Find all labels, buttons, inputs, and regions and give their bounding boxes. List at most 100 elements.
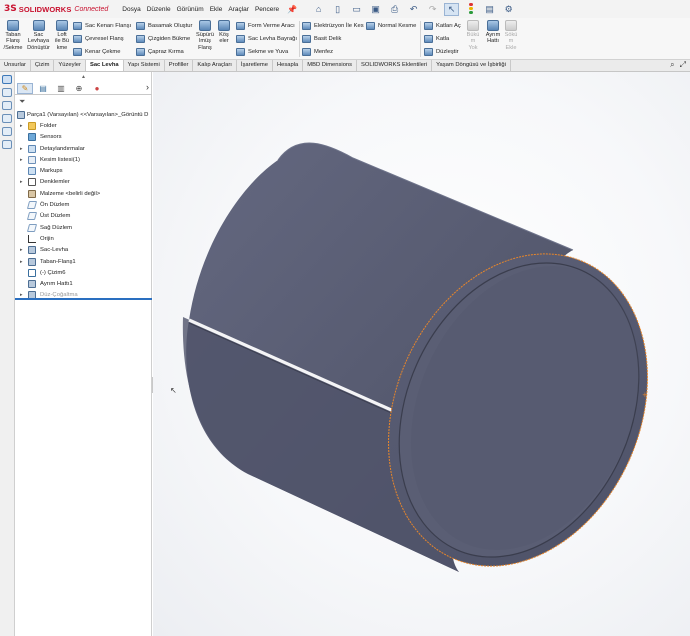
- tree-item-sa-d-zlem[interactable]: Sağ Düzlem: [15, 222, 152, 233]
- tree-item-markups[interactable]: Markups: [15, 165, 152, 176]
- tree-item-malzeme-belirli-de-il[interactable]: Malzeme <belirli değil>: [15, 188, 152, 199]
- home-icon[interactable]: ⌂: [311, 3, 326, 16]
- edge-flange-label: Sac Kenarı Flanşı: [85, 22, 132, 29]
- edge-flange-button[interactable]: Sac Kenarı Flanşı: [73, 20, 131, 31]
- save-icon[interactable]: ▣: [368, 3, 383, 16]
- panel-expand-chevron-icon[interactable]: ›: [146, 82, 149, 92]
- expand-arrow-icon[interactable]: ▸: [20, 157, 23, 163]
- menu-pencere[interactable]: Pencere: [255, 6, 279, 13]
- swept-flange-button[interactable]: Süpürü lmüş Flanş: [195, 19, 215, 59]
- expand-icon[interactable]: ⤢: [680, 60, 686, 72]
- display-manager-tab-icon[interactable]: ●: [89, 83, 105, 94]
- jog-button[interactable]: Basamak Oluştur: [136, 20, 192, 31]
- print-icon[interactable]: ⎙: [387, 3, 402, 16]
- sketched-bend-button[interactable]: Çizgiden Bükme: [136, 33, 190, 44]
- options-gear-icon[interactable]: ⚙: [501, 3, 516, 16]
- tree-item-ayr-m-hatt-1[interactable]: Ayrım Hattı1: [15, 278, 152, 289]
- configuration-manager-tab-icon[interactable]: ▥: [53, 83, 69, 94]
- corners-button[interactable]: Köş eler: [218, 19, 230, 59]
- tab-profiller[interactable]: Profiller: [165, 60, 194, 71]
- appearance-icon[interactable]: [2, 114, 12, 123]
- filter-icon[interactable]: ⏷: [19, 97, 25, 107]
- unfold-button[interactable]: Katları Aç: [424, 20, 461, 31]
- search-icon[interactable]: ⌕: [670, 60, 674, 72]
- menu-ekle[interactable]: Ekle: [210, 6, 223, 13]
- insert-bends-icon: [505, 20, 517, 31]
- menu-dosya[interactable]: Dosya: [122, 6, 140, 13]
- view-palette-icon[interactable]: [2, 101, 12, 110]
- flatten-label: Düzleştir: [436, 48, 459, 55]
- graphics-area[interactable]: +: [153, 72, 690, 636]
- property-manager-tab-icon[interactable]: ▤: [35, 83, 51, 94]
- forming-tool-button[interactable]: Form Verme Aracı: [236, 20, 295, 31]
- new-document-icon[interactable]: ▯: [330, 3, 345, 16]
- rebuild-traffic-light-icon[interactable]: [463, 2, 478, 16]
- feature-tree-tab-icon[interactable]: ✎: [17, 82, 33, 94]
- tab-and-slot-button[interactable]: Sekme ve Yuva: [236, 46, 288, 57]
- tab-yuzeyler[interactable]: Yüzeyler: [54, 60, 86, 71]
- tab-sac-levha[interactable]: Sac Levha: [85, 60, 124, 71]
- feature-manager-icon[interactable]: [2, 75, 12, 84]
- tab-solidworks-eklentileri[interactable]: SOLIDWORKS Eklentileri: [357, 60, 433, 71]
- panel-up-arrow-icon[interactable]: ▲: [81, 74, 86, 80]
- custom-properties-icon[interactable]: [2, 127, 12, 136]
- solidworks-logo[interactable]: 3S SOLIDWORKS Connected: [4, 4, 108, 14]
- tab-hesapla[interactable]: Hesapla: [273, 60, 304, 71]
- rollback-bar[interactable]: [15, 298, 152, 300]
- tree-item-izim6[interactable]: (-) Çizim6: [15, 267, 152, 278]
- base-flange-button[interactable]: Taban Flanş /Sekme: [3, 19, 23, 59]
- tab-kalip-araclari[interactable]: Kalıp Araçları: [193, 60, 237, 71]
- expand-arrow-icon[interactable]: ▸: [20, 146, 23, 152]
- flatten-icon: [424, 47, 433, 56]
- pin-icon[interactable]: 📌: [287, 5, 297, 14]
- part-icon[interactable]: [2, 88, 12, 97]
- tree-item-folder[interactable]: ▸ Folder: [15, 120, 152, 131]
- extruded-cut-button[interactable]: Elektrüzyon İle Kes: [302, 20, 364, 31]
- tree-item-taban-flan-1[interactable]: ▸ Taban-Flanş1: [15, 256, 152, 267]
- fold-button[interactable]: Katla: [424, 33, 449, 44]
- tree-item-orijin[interactable]: Orijin: [15, 233, 152, 244]
- library-icon[interactable]: [2, 140, 12, 149]
- sheet-metal-gusset-button[interactable]: Sac Levha Bayrağı: [236, 33, 297, 44]
- menu-araclar[interactable]: Araçlar: [228, 6, 249, 13]
- vent-button[interactable]: Menfez: [302, 46, 333, 57]
- tab-mbd-dimensions[interactable]: MBD Dimensions: [303, 60, 358, 71]
- lofted-bend-button[interactable]: Loft ile Bü kme: [54, 19, 70, 59]
- normal-cut-button[interactable]: Normal Kesme: [366, 20, 416, 31]
- tree-item-denklemler[interactable]: ▸ Denklemler: [15, 177, 152, 188]
- expand-arrow-icon[interactable]: ▸: [20, 259, 23, 265]
- menu-gorunum[interactable]: Görünüm: [177, 6, 204, 13]
- open-folder-icon[interactable]: ▭: [349, 3, 364, 16]
- tree-item-kesim-listesi-1[interactable]: ▸ Kesim listesi(1): [15, 154, 152, 165]
- tree-item-sensors[interactable]: Sensors: [15, 132, 152, 143]
- redo-icon[interactable]: ↷: [425, 3, 440, 16]
- tree-item-detayland-rmalar[interactable]: ▸ Detaylandırmalar: [15, 143, 152, 154]
- tree-item-st-d-zlem[interactable]: Üst Düzlem: [15, 211, 152, 222]
- menu-duzenle[interactable]: Düzenle: [147, 6, 171, 13]
- insert-bends-button[interactable]: Sökü m Ekle: [503, 19, 519, 59]
- tab-cizim[interactable]: Çizim: [31, 60, 55, 71]
- tab-yapi-sistemi[interactable]: Yapı Sistemi: [124, 60, 165, 71]
- cross-break-button[interactable]: Çapraz Kırma: [136, 46, 184, 57]
- expand-arrow-icon[interactable]: ▸: [20, 179, 23, 185]
- no-bends-button[interactable]: Bükü m Yok: [465, 19, 481, 59]
- dimxpert-tab-icon[interactable]: ⊕: [71, 83, 87, 94]
- main-menu: Dosya Düzenle Görünüm Ekle Araçlar Pence…: [122, 6, 285, 13]
- tab-unsurlar[interactable]: Unsurlar: [0, 60, 31, 71]
- tree-item-sac-levha[interactable]: ▸ Sac-Levha: [15, 245, 152, 256]
- expand-arrow-icon[interactable]: ▸: [20, 123, 23, 129]
- miter-flange-button[interactable]: Çevresel Flanş: [73, 33, 124, 44]
- undo-icon[interactable]: ↶: [406, 3, 421, 16]
- tree-root-part[interactable]: Parça1 (Varsayılan) <<Varsayılan>_Görünt…: [15, 109, 152, 120]
- convert-to-sheet-metal-button[interactable]: Sac Levhaya Dönüştür: [26, 19, 51, 59]
- select-cursor-icon[interactable]: ↖: [444, 2, 460, 16]
- tab-isaretleme[interactable]: İşaretleme: [237, 60, 273, 71]
- file-properties-icon[interactable]: ▤: [482, 3, 497, 16]
- flatten-button[interactable]: Düzleştir: [424, 46, 459, 57]
- rip-button[interactable]: Ayrım Hattı: [484, 19, 502, 59]
- expand-arrow-icon[interactable]: ▸: [20, 247, 23, 253]
- hem-button[interactable]: Kenar Çekme: [73, 46, 120, 57]
- tab-yasam-dongusu[interactable]: Yaşam Döngüsü ve İşbirliği: [432, 60, 511, 71]
- simple-hole-button[interactable]: Basit Delik: [302, 33, 341, 44]
- tree-item-n-d-zlem[interactable]: Ön Düzlem: [15, 199, 152, 210]
